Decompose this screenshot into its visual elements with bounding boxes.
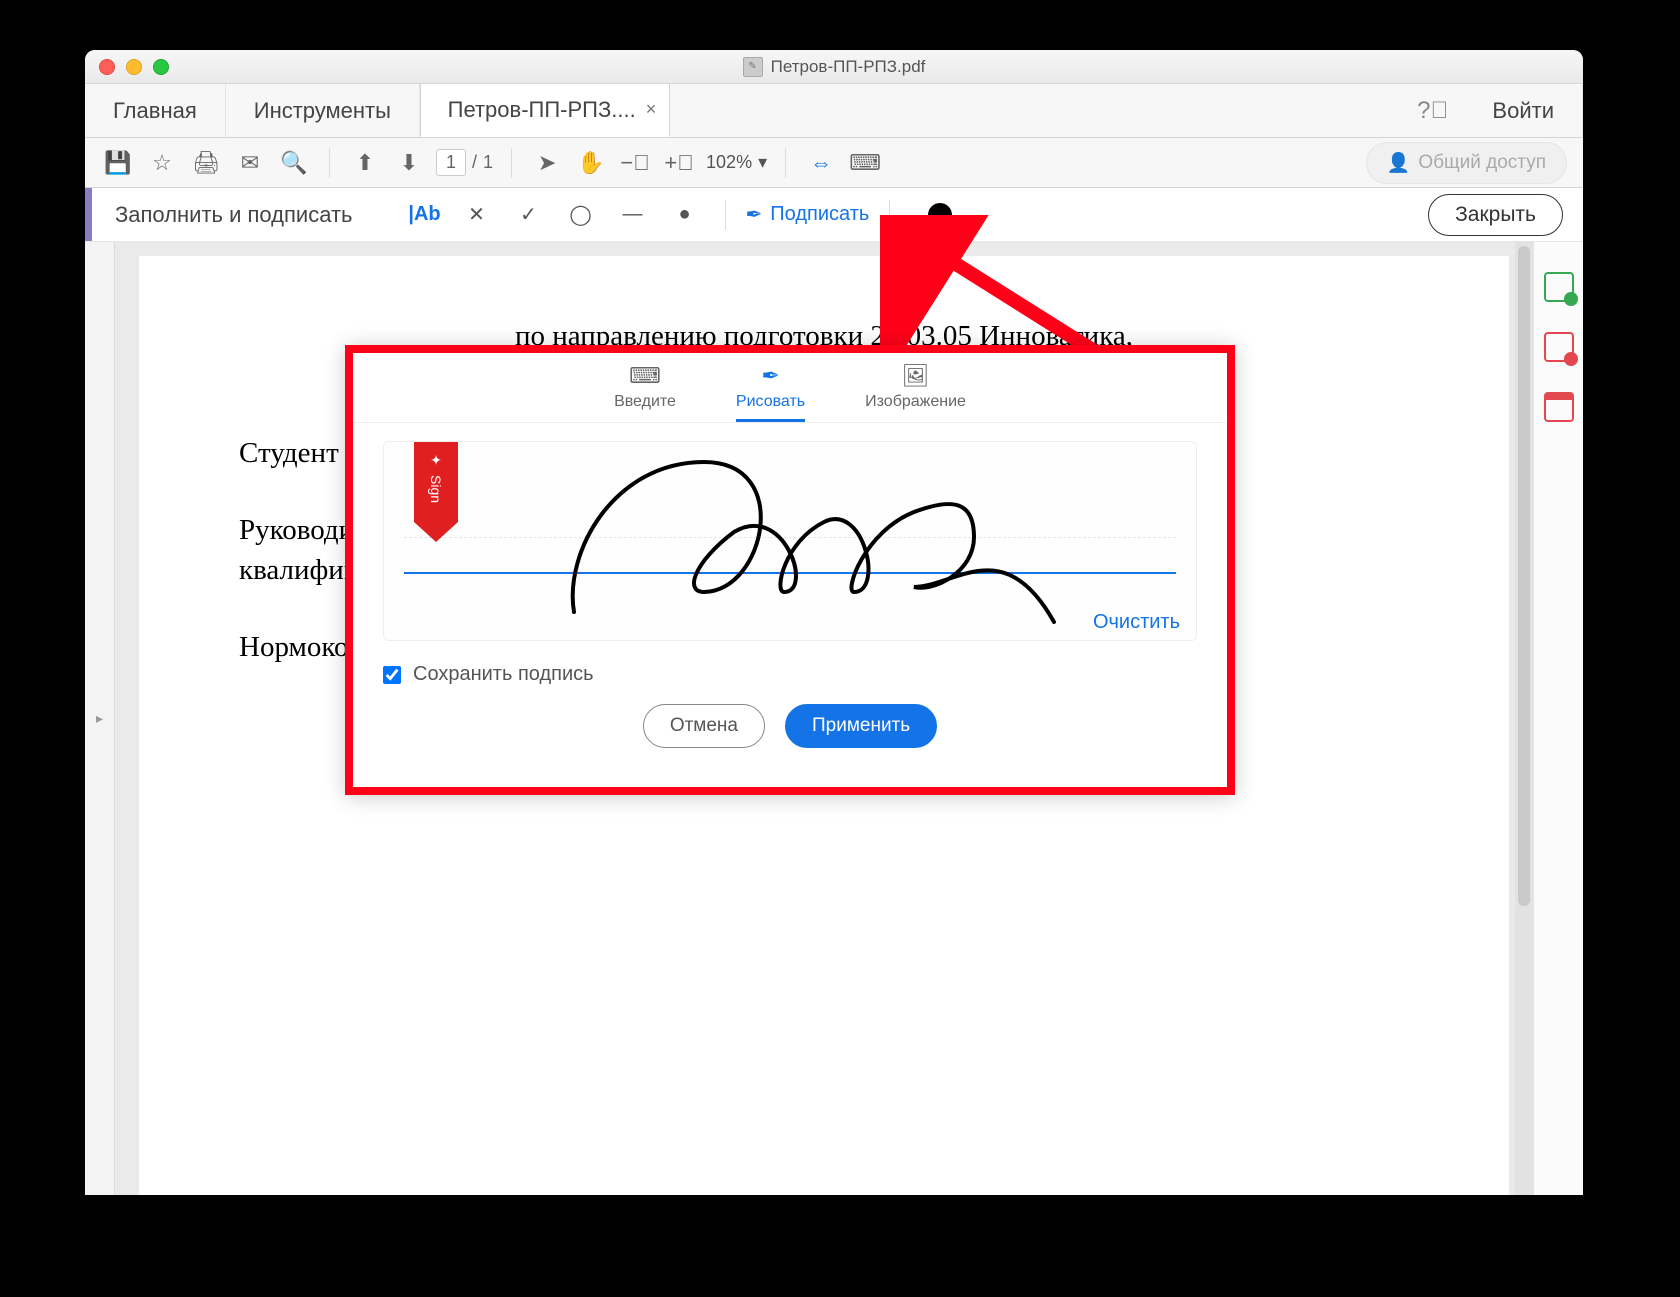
signature-tabs: ⌨ Введите ✒︎ Рисовать 🖼 Изображение <box>353 353 1227 423</box>
sig-tab-draw[interactable]: ✒︎ Рисовать <box>736 363 805 422</box>
tab-document-label: Петров-ПП-РПЗ.... <box>448 97 636 123</box>
handwritten-signature <box>534 442 1094 642</box>
page-up-icon[interactable]: ⬆ <box>348 146 382 180</box>
sign-button[interactable]: ✒︎ Подписать <box>746 202 870 227</box>
left-rail[interactable]: ▸ <box>85 242 115 1195</box>
sig-tab-image[interactable]: 🖼 Изображение <box>865 363 966 422</box>
signature-body: ✦ Sign Очистить Сохранить подпись Отмена… <box>353 423 1227 787</box>
cancel-button[interactable]: Отмена <box>643 704 765 748</box>
close-fillsign-button[interactable]: Закрыть <box>1428 194 1563 236</box>
color-picker[interactable] <box>928 203 952 227</box>
zoom-in-icon[interactable]: +⃝ <box>662 146 696 180</box>
titlebar: ✎ Петров-ПП-РПЗ.pdf <box>85 50 1583 84</box>
clear-signature-button[interactable]: Очистить <box>1093 611 1180 634</box>
tab-close-icon[interactable]: × <box>646 99 657 120</box>
save-signature-checkbox[interactable] <box>383 666 401 684</box>
tab-tools[interactable]: Инструменты <box>226 84 420 137</box>
chevron-down-icon: ▾ <box>758 152 767 173</box>
pdf-file-icon: ✎ <box>743 57 763 77</box>
line-tool-icon[interactable]: ― <box>613 195 653 235</box>
main-toolbar: 💾 ☆ 🖨 ✉ 🔍 ⬆ ⬇ 1 / 1 ➤ ✋ −⃝ +⃝ 102% ▾ ⇔ ⌨… <box>85 138 1583 188</box>
pen-icon: ✒︎ <box>746 202 763 227</box>
window-filename: Петров-ПП-РПЗ.pdf <box>771 57 926 77</box>
separator <box>725 200 726 230</box>
separator <box>329 148 330 178</box>
search-icon[interactable]: 🔍 <box>277 146 311 180</box>
help-button[interactable]: ?⃝ <box>1401 84 1464 137</box>
minimize-window-button[interactable] <box>126 59 142 75</box>
text-tool-icon[interactable]: |Ab <box>405 195 445 235</box>
apply-button[interactable]: Применить <box>785 704 937 748</box>
fill-sign-title: Заполнить и подписать <box>115 202 353 228</box>
separator <box>889 200 890 230</box>
save-icon[interactable]: 💾 <box>101 146 135 180</box>
dialog-buttons: Отмена Применить <box>383 704 1197 748</box>
check-mark-icon[interactable]: ✓ <box>509 195 549 235</box>
create-pdf-icon[interactable] <box>1544 332 1574 362</box>
print-icon[interactable]: 🖨 <box>189 146 223 180</box>
export-pdf-icon[interactable] <box>1544 272 1574 302</box>
x-mark-icon[interactable]: ✕ <box>457 195 497 235</box>
share-icon: 👤 <box>1387 151 1411 175</box>
tab-home[interactable]: Главная <box>85 84 226 137</box>
help-icon: ?⃝ <box>1417 97 1448 125</box>
save-signature-label: Сохранить подпись <box>413 663 594 686</box>
star-icon[interactable]: ☆ <box>145 146 179 180</box>
separator <box>511 148 512 178</box>
window-title: ✎ Петров-ПП-РПЗ.pdf <box>743 57 926 77</box>
share-button[interactable]: 👤 Общий доступ <box>1366 142 1567 184</box>
separator <box>785 148 786 178</box>
save-signature-row: Сохранить подпись <box>383 663 1197 686</box>
draw-icon: ✒︎ <box>761 363 779 389</box>
pointer-icon[interactable]: ➤ <box>530 146 564 180</box>
sig-tab-type[interactable]: ⌨ Введите <box>614 363 676 422</box>
fill-sign-toolbar: Заполнить и подписать |Ab ✕ ✓ ◯ ― ● ✒︎ П… <box>85 188 1583 242</box>
signature-canvas[interactable]: ✦ Sign Очистить <box>383 441 1197 641</box>
sign-label: Подписать <box>770 203 869 226</box>
total-pages: 1 <box>483 152 493 173</box>
adobe-logo-icon: ✦ <box>430 452 442 469</box>
tabs-bar: Главная Инструменты Петров-ПП-РПЗ.... × … <box>85 84 1583 138</box>
maximize-window-button[interactable] <box>153 59 169 75</box>
keyboard-icon: ⌨ <box>629 363 661 389</box>
login-button[interactable]: Войти <box>1464 84 1583 137</box>
zoom-dropdown[interactable]: 102% ▾ <box>706 152 767 173</box>
edit-pdf-icon[interactable] <box>1544 392 1574 422</box>
mail-icon[interactable]: ✉ <box>233 146 267 180</box>
dot-tool-icon[interactable]: ● <box>665 195 705 235</box>
keyboard-icon[interactable]: ⌨ <box>848 146 882 180</box>
right-tools-rail <box>1533 242 1583 1195</box>
window-controls <box>99 50 169 83</box>
sign-bookmark: ✦ Sign <box>414 442 458 542</box>
fit-width-icon[interactable]: ⇔ <box>804 146 838 180</box>
scrollbar-thumb[interactable] <box>1518 246 1530 906</box>
tab-document[interactable]: Петров-ПП-РПЗ.... × <box>420 84 670 137</box>
current-page-input[interactable]: 1 <box>436 149 466 176</box>
zoom-out-icon[interactable]: −⃝ <box>618 146 652 180</box>
page-down-icon[interactable]: ⬇ <box>392 146 426 180</box>
vertical-scrollbar[interactable] <box>1515 242 1533 1195</box>
signature-dialog: ⌨ Введите ✒︎ Рисовать 🖼 Изображение ✦ Si… <box>345 345 1235 795</box>
image-icon: 🖼 <box>902 363 930 389</box>
circle-tool-icon[interactable]: ◯ <box>561 195 601 235</box>
close-window-button[interactable] <box>99 59 115 75</box>
share-label: Общий доступ <box>1418 152 1546 174</box>
zoom-value: 102% <box>706 152 752 173</box>
hand-icon[interactable]: ✋ <box>574 146 608 180</box>
page-indicator: 1 / 1 <box>436 149 493 176</box>
